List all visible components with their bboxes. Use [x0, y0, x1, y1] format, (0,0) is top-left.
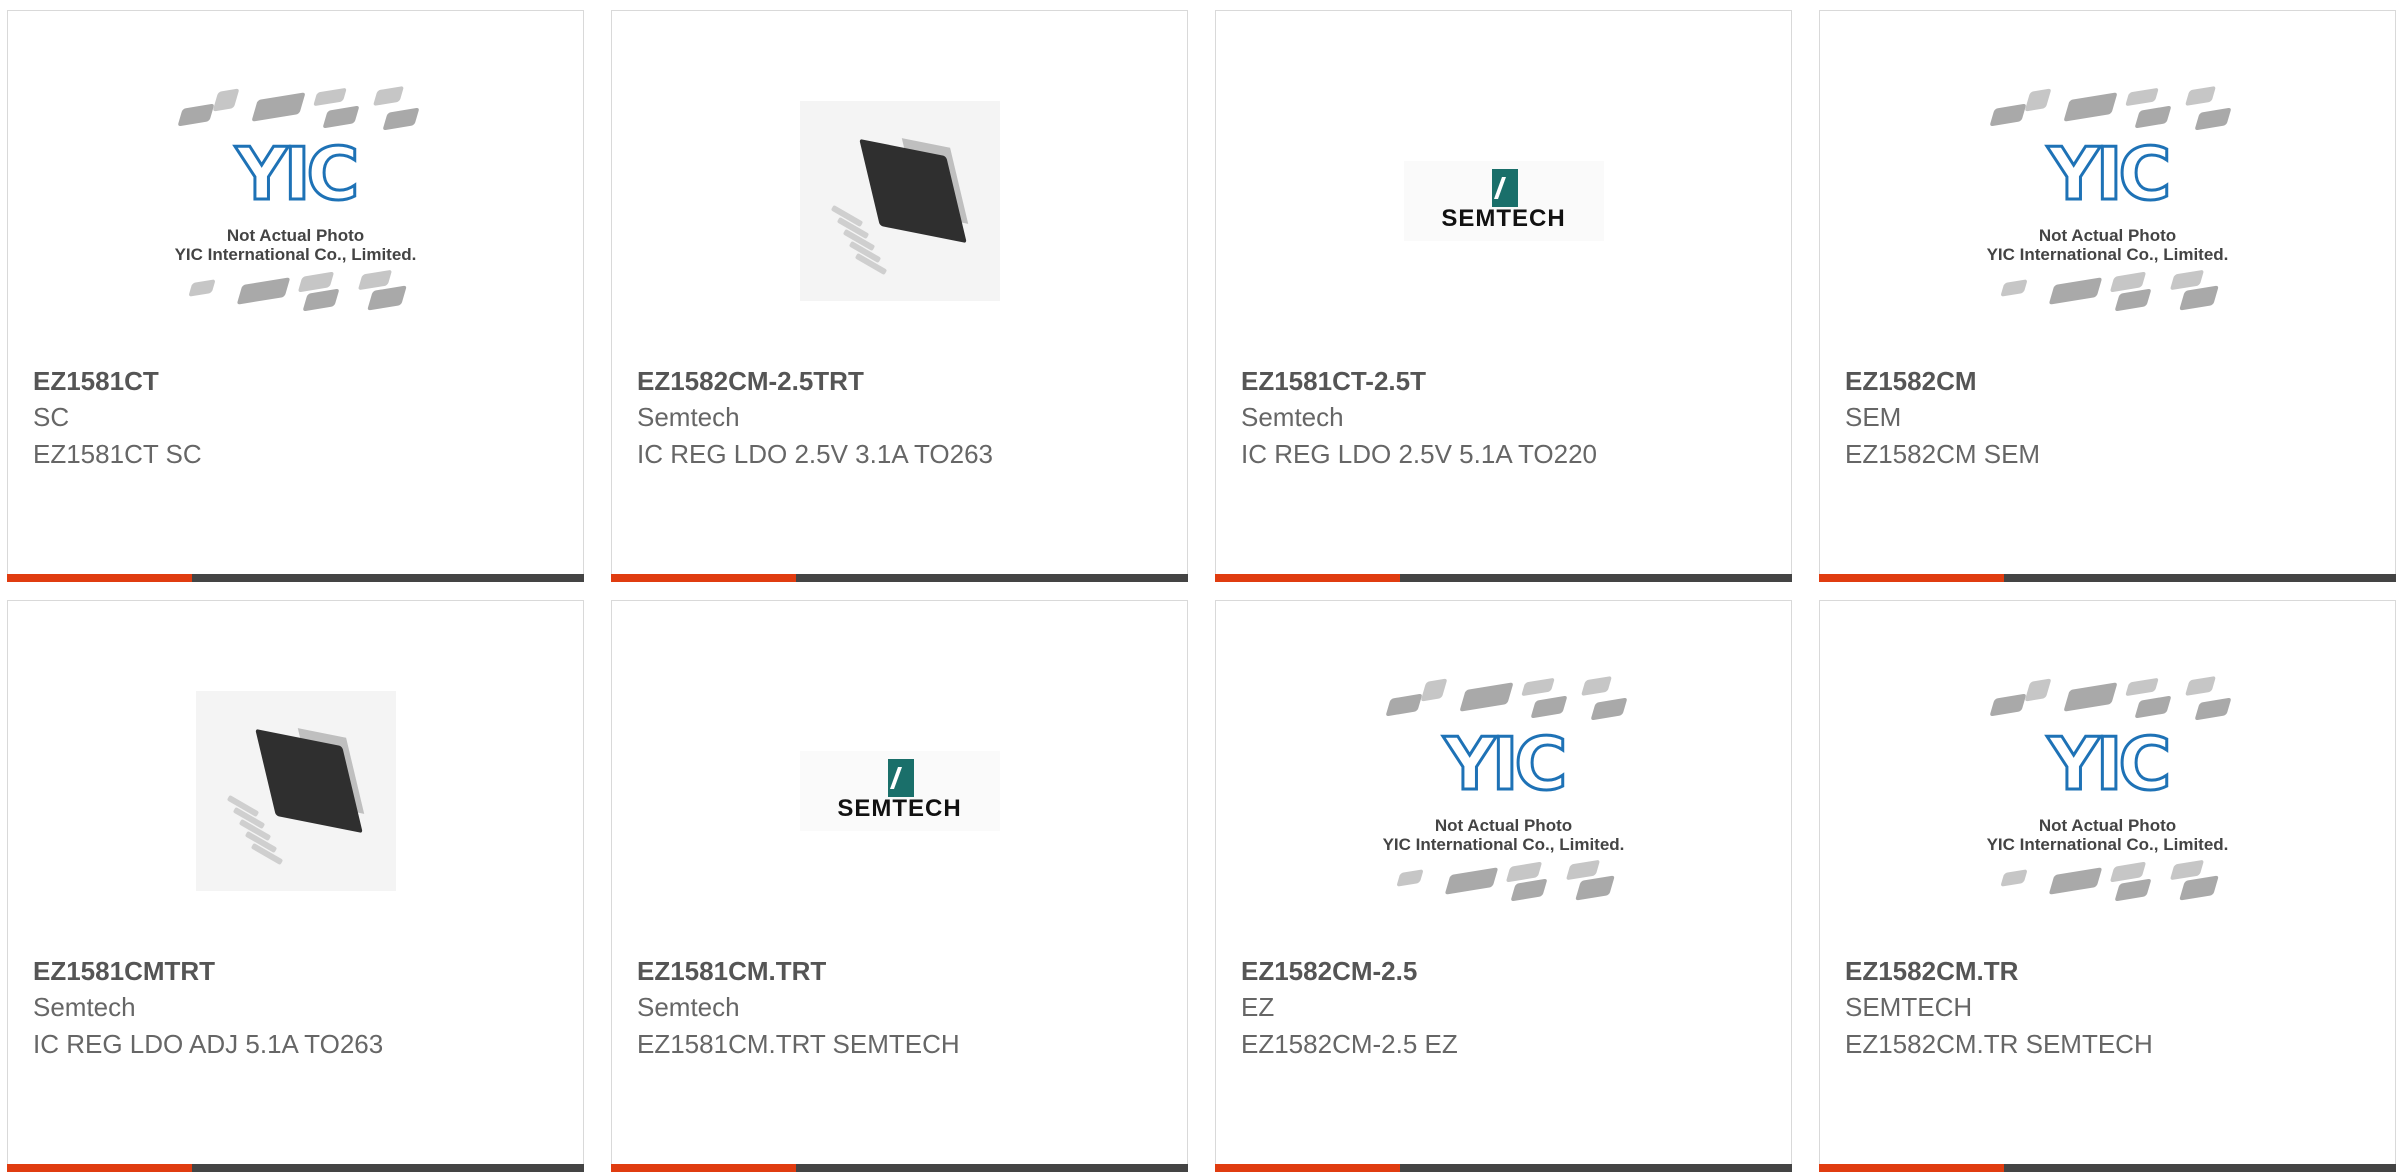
- product-card[interactable]: YIC Not Actual Photo YIC International Co…: [1215, 600, 1792, 1172]
- part-number-link[interactable]: EZ1581CMTRT: [33, 953, 563, 989]
- card-bottom-bar: [1819, 1164, 2396, 1172]
- product-info: EZ1582CM.TR SEMTECH EZ1582CM.TR SEMTECH: [1845, 953, 2375, 1063]
- card-bottom-bar: [611, 574, 1188, 582]
- not-actual-photo-caption: Not Actual Photo YIC International Co., L…: [161, 226, 431, 264]
- description: EZ1581CM.TRT SEMTECH: [637, 1029, 960, 1059]
- product-info: EZ1581CMTRT Semtech IC REG LDO ADJ 5.1A TO…: [33, 953, 563, 1063]
- product-card[interactable]: SEMTECH EZ1581CM.TRT Semtech EZ1581CM.TRT …: [611, 600, 1188, 1172]
- semtech-logo: SEMTECH: [1403, 161, 1604, 241]
- part-number-link[interactable]: EZ1582CM-2.5: [1241, 953, 1771, 989]
- product-grid: YIC Not Actual Photo YIC International Co…: [0, 0, 2400, 1172]
- card-bottom-bar: [1215, 574, 1792, 582]
- description: IC REG LDO 2.5V 3.1A TO263: [637, 439, 994, 469]
- manufacturer: EZ: [1241, 992, 1275, 1022]
- product-card[interactable]: SEMTECH EZ1581CT-2.5T Semtech IC REG LDO 2…: [1215, 10, 1792, 582]
- not-actual-photo-caption: Not Actual Photo YIC International Co., L…: [1973, 816, 2243, 854]
- yic-logo: YIC: [234, 132, 361, 216]
- manufacturer: Semtech: [1241, 402, 1344, 432]
- yic-logo: YIC: [1442, 722, 1569, 806]
- product-card[interactable]: YIC Not Actual Photo YIC International Co…: [1819, 10, 2396, 582]
- not-actual-photo-image: YIC Not Actual Photo YIC International Co…: [1973, 666, 2243, 916]
- part-number-link[interactable]: EZ1582CM.TR: [1845, 953, 2375, 989]
- card-accent-bar: [1819, 1164, 2004, 1172]
- semtech-logo: SEMTECH: [799, 751, 1000, 831]
- product-info: EZ1582CM-2.5 EZ EZ1582CM-2.5 EZ: [1241, 953, 1771, 1063]
- card-accent-bar: [611, 1164, 796, 1172]
- card-bottom-bar: [1819, 574, 2396, 582]
- part-number-link[interactable]: EZ1581CM.TRT: [637, 953, 1167, 989]
- caption-line-1: Not Actual Photo: [2038, 226, 2177, 245]
- product-card[interactable]: EZ1581CMTRT Semtech IC REG LDO ADJ 5.1A TO…: [7, 600, 584, 1172]
- product-info: EZ1582CM SEM EZ1582CM SEM: [1845, 363, 2375, 473]
- card-accent-bar: [7, 1164, 192, 1172]
- part-number-link[interactable]: EZ1582CM: [1845, 363, 2375, 399]
- description: EZ1582CM.TR SEMTECH: [1845, 1029, 2153, 1059]
- not-actual-photo-image: YIC Not Actual Photo YIC International Co…: [1973, 76, 2243, 326]
- product-image[interactable]: YIC Not Actual Photo YIC International Co…: [1216, 631, 1791, 951]
- manufacturer: SEM: [1845, 402, 1902, 432]
- manufacturer: Semtech: [33, 992, 136, 1022]
- card-accent-bar: [7, 574, 192, 582]
- card-accent-bar: [1215, 1164, 1400, 1172]
- product-image[interactable]: [612, 41, 1187, 361]
- product-info: EZ1581CT-2.5T Semtech IC REG LDO 2.5V 5.1A…: [1241, 363, 1771, 473]
- manufacturer: SEMTECH: [1845, 992, 1973, 1022]
- card-bottom-bar: [7, 1164, 584, 1172]
- caption-line-2: YIC International Co., Limited.: [1382, 835, 1625, 854]
- card-accent-bar: [1819, 574, 2004, 582]
- product-image[interactable]: YIC Not Actual Photo YIC International Co…: [8, 41, 583, 361]
- card-accent-bar: [611, 574, 796, 582]
- description: EZ1582CM-2.5 EZ: [1241, 1029, 1458, 1059]
- not-actual-photo-image: YIC Not Actual Photo YIC International Co…: [161, 76, 431, 326]
- caption-line-1: Not Actual Photo: [2038, 816, 2177, 835]
- manufacturer: Semtech: [637, 992, 740, 1022]
- not-actual-photo-image: YIC Not Actual Photo YIC International Co…: [1369, 666, 1639, 916]
- package-photo: [195, 691, 396, 891]
- caption-line-1: Not Actual Photo: [226, 226, 365, 245]
- caption-line-2: YIC International Co., Limited.: [1986, 245, 2229, 264]
- part-number-link[interactable]: EZ1581CT: [33, 363, 563, 399]
- product-image[interactable]: SEMTECH: [1216, 41, 1791, 361]
- product-info: EZ1581CT SC EZ1581CT SC: [33, 363, 563, 473]
- package-photo: [799, 101, 1000, 301]
- description: IC REG LDO 2.5V 5.1A TO220: [1241, 439, 1598, 469]
- description: EZ1581CT SC: [33, 439, 202, 469]
- card-bottom-bar: [1215, 1164, 1792, 1172]
- card-bottom-bar: [7, 574, 584, 582]
- product-image[interactable]: [8, 631, 583, 951]
- product-image[interactable]: SEMTECH: [612, 631, 1187, 951]
- semtech-logo-text: SEMTECH: [837, 795, 962, 822]
- product-card[interactable]: YIC Not Actual Photo YIC International Co…: [1819, 600, 2396, 1172]
- product-image[interactable]: YIC Not Actual Photo YIC International Co…: [1820, 41, 2395, 361]
- product-card[interactable]: YIC Not Actual Photo YIC International Co…: [7, 10, 584, 582]
- product-image[interactable]: YIC Not Actual Photo YIC International Co…: [1820, 631, 2395, 951]
- card-bottom-bar: [611, 1164, 1188, 1172]
- product-info: EZ1581CM.TRT Semtech EZ1581CM.TRT SEMTECH: [637, 953, 1167, 1063]
- product-card[interactable]: EZ1582CM-2.5TRT Semtech IC REG LDO 2.5V 3.…: [611, 10, 1188, 582]
- description: IC REG LDO ADJ 5.1A TO263: [33, 1029, 384, 1059]
- description: EZ1582CM SEM: [1845, 439, 2041, 469]
- semtech-logo-text: SEMTECH: [1441, 205, 1566, 232]
- card-accent-bar: [1215, 574, 1400, 582]
- manufacturer: SC: [33, 402, 70, 432]
- yic-logo: YIC: [2046, 132, 2173, 216]
- manufacturer: Semtech: [637, 402, 740, 432]
- caption-line-2: YIC International Co., Limited.: [1986, 835, 2229, 854]
- not-actual-photo-caption: Not Actual Photo YIC International Co., L…: [1973, 226, 2243, 264]
- product-info: EZ1582CM-2.5TRT Semtech IC REG LDO 2.5V 3.…: [637, 363, 1167, 473]
- caption-line-1: Not Actual Photo: [1434, 816, 1573, 835]
- caption-line-2: YIC International Co., Limited.: [174, 245, 417, 264]
- part-number-link[interactable]: EZ1581CT-2.5T: [1241, 363, 1771, 399]
- yic-logo: YIC: [2046, 722, 2173, 806]
- not-actual-photo-caption: Not Actual Photo YIC International Co., L…: [1369, 816, 1639, 854]
- part-number-link[interactable]: EZ1582CM-2.5TRT: [637, 363, 1167, 399]
